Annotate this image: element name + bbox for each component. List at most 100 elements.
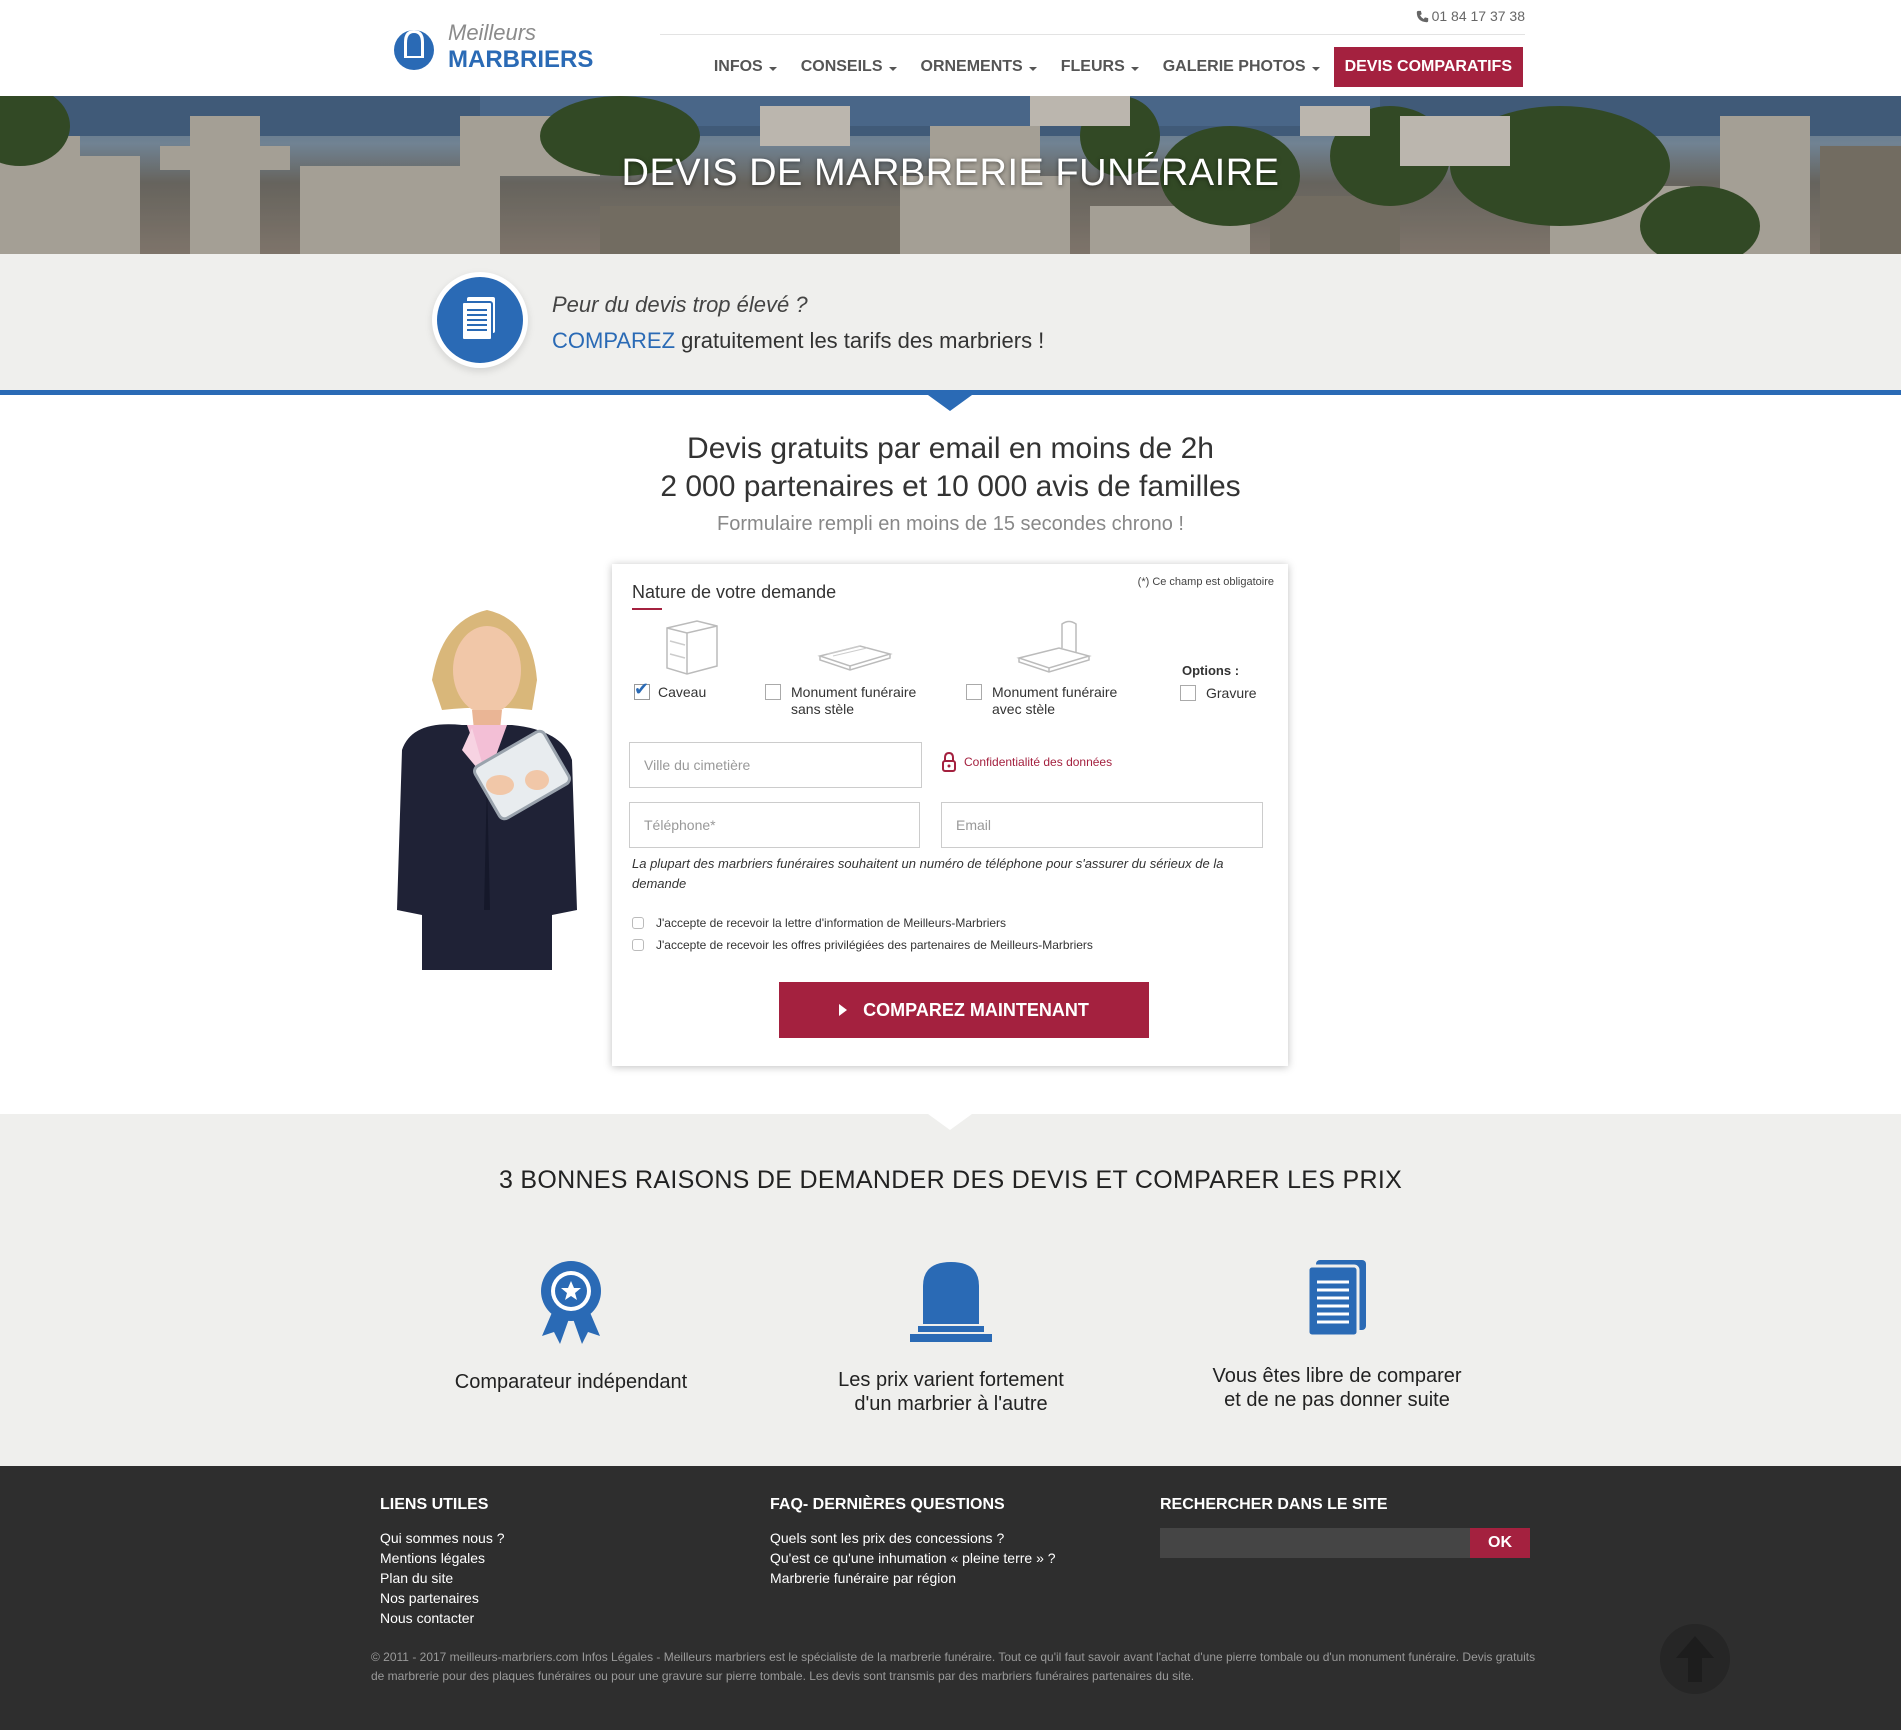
reason-prices-vary-text: Les prix varient fortement d'un marbrier …	[791, 1368, 1111, 1416]
email-input[interactable]	[942, 803, 1262, 847]
nav-devis-comparatifs-button[interactable]: DEVIS COMPARATIFS	[1333, 47, 1523, 87]
arrow-up-icon	[1676, 1636, 1714, 1682]
advisor-photo	[397, 610, 577, 970]
gravure-checkbox[interactable]	[1180, 685, 1196, 701]
site-logo[interactable]: Meilleurs MARBRIERS	[390, 16, 593, 76]
options-label: Options :	[1182, 663, 1240, 678]
partner-offers-consent-checkbox[interactable]	[632, 939, 644, 951]
option-monument-avec-stele[interactable]: Monument funéraire avec stèle	[966, 616, 1117, 717]
nav-conseils[interactable]: CONSEILS	[801, 58, 897, 76]
reason-free-choice-line1: Vous êtes libre de comparer	[1212, 1365, 1462, 1387]
logo-text-meilleurs: Meilleurs	[448, 20, 537, 45]
section-divider-arrow	[928, 395, 972, 411]
caret-down-icon	[768, 66, 777, 71]
banner-subtitle: COMPAREZ gratuitement les tarifs des mar…	[552, 328, 1044, 354]
partner-offers-consent[interactable]: J'accepte de recevoir les offres privilé…	[632, 938, 1093, 952]
reason-independent-text: Comparateur indépendant	[411, 1370, 731, 1394]
monument-avec-stele-icon	[1016, 620, 1092, 673]
gravure-label: Gravure	[1206, 685, 1257, 701]
reason-free-choice-line2: et de ne pas donner suite	[1224, 1389, 1450, 1411]
banner-document-badge	[437, 277, 523, 363]
footer-link-about[interactable]: Qui sommes nous ?	[380, 1528, 505, 1548]
footer-faq-link-inhumation[interactable]: Qu'est ce qu'une inhumation « pleine ter…	[770, 1548, 1056, 1568]
banner-question: Peur du devis trop élevé ?	[552, 292, 808, 317]
banner-highlight: COMPAREZ	[552, 328, 676, 353]
main-nav: INFOS CONSEILS ORNEMENTS FLEURS GALERIE …	[690, 46, 1523, 88]
required-field-note: (*) Ce champ est obligatoire	[1137, 576, 1274, 588]
reason-independent-line1: Comparateur indépendant	[454, 1371, 688, 1393]
documents-icon	[461, 297, 495, 341]
nav-fleurs[interactable]: FLEURS	[1061, 58, 1139, 76]
bell-logo-icon	[394, 30, 434, 70]
intro-heading-line2: 2 000 partenaires et 10 000 avis de fami…	[660, 470, 1241, 503]
phone-number[interactable]: 01 84 17 37 38	[1416, 8, 1525, 24]
footer-link-legal[interactable]: Mentions légales	[380, 1548, 505, 1568]
reasons-notch	[928, 1114, 972, 1130]
footer-search-title: RECHERCHER DANS LE SITE	[1160, 1496, 1388, 1513]
reasons-title: 3 BONNES RAISONS DE DEMANDER DES DEVIS E…	[498, 1166, 1403, 1194]
caret-down-icon	[1311, 66, 1320, 71]
hero-title: DEVIS DE MARBRERIE FUNÉRAIRE	[621, 152, 1280, 194]
phone-requirement-note: La plupart des marbriers funéraires souh…	[632, 856, 1224, 891]
check-icon: ✔	[634, 679, 650, 699]
caveau-icon	[666, 620, 718, 675]
city-input[interactable]	[630, 743, 921, 787]
phone-input[interactable]	[630, 803, 919, 847]
phone-icon	[1416, 10, 1428, 23]
newsletter-consent-label: J'accepte de recevoir la lettre d'inform…	[656, 916, 1007, 930]
monument-sans-stele-checkbox[interactable]	[765, 684, 781, 700]
nav-galerie-label: GALERIE PHOTOS	[1162, 58, 1306, 75]
monument-sans-stele-label: Monument funéraire sans stèle	[791, 684, 917, 717]
nav-ornements[interactable]: ORNEMENTS	[921, 58, 1037, 76]
nav-infos[interactable]: INFOS	[714, 58, 777, 76]
footer-link-sitemap[interactable]: Plan du site	[380, 1568, 505, 1588]
city-field[interactable]	[629, 742, 922, 788]
footer-link-partners[interactable]: Nos partenaires	[380, 1588, 505, 1608]
phone-field[interactable]	[629, 802, 920, 848]
footer-faq-title: FAQ- DERNIÈRES QUESTIONS	[770, 1496, 1005, 1513]
page: Meilleurs MARBRIERS 01 84 17 37 38 INFOS…	[0, 0, 1901, 1730]
reason-free-choice-text: Vous êtes libre de comparer et de ne pas …	[1177, 1364, 1497, 1412]
caveau-checkbox[interactable]: ✔	[634, 679, 650, 700]
nav-ornements-label: ORNEMENTS	[920, 58, 1023, 75]
nav-fleurs-label: FLEURS	[1060, 58, 1125, 75]
footer-faq-link-region[interactable]: Marbrerie funéraire par région	[770, 1568, 1056, 1588]
caret-down-icon	[1130, 66, 1139, 71]
reasons-section: 3 BONNES RAISONS DE DEMANDER DES DEVIS E…	[0, 1114, 1901, 1466]
nav-infos-label: INFOS	[713, 58, 763, 75]
lock-icon	[942, 752, 956, 772]
option-monument-sans-stele[interactable]: Monument funéraire sans stèle	[765, 616, 916, 717]
footer-search-input[interactable]	[1160, 1528, 1470, 1558]
partner-offers-consent-label: J'accepte de recevoir les offres privilé…	[656, 938, 1093, 952]
compare-now-button[interactable]: COMPAREZ MAINTENANT	[779, 982, 1149, 1038]
caret-down-icon	[1028, 66, 1037, 71]
footer-search-button[interactable]: OK	[1470, 1528, 1530, 1558]
email-field[interactable]	[941, 802, 1263, 848]
header-divider	[660, 34, 1525, 35]
compare-now-label: COMPAREZ MAINTENANT	[863, 999, 1089, 1020]
site-footer: LIENS UTILES Qui sommes nous ? Mentions …	[0, 1466, 1901, 1730]
nav-galerie-photos[interactable]: GALERIE PHOTOS	[1163, 58, 1320, 76]
reason-prices-vary: Les prix varient fortement d'un marbrier …	[791, 1258, 1111, 1416]
footer-link-contact[interactable]: Nous contacter	[380, 1608, 505, 1628]
footer-copyright: © 2011 - 2017 meilleurs-marbriers.com In…	[371, 1650, 1536, 1683]
documents-icon	[1306, 1260, 1366, 1338]
option-caveau[interactable]: ✔ Caveau	[634, 616, 784, 700]
form-title-underline	[632, 608, 662, 610]
play-arrow-icon	[839, 1004, 848, 1016]
site-header: Meilleurs MARBRIERS 01 84 17 37 38 INFOS…	[0, 0, 1901, 96]
banner-subtitle-rest: gratuitement les tarifs des marbriers !	[675, 328, 1045, 353]
caret-down-icon	[888, 66, 897, 71]
award-ribbon-icon	[541, 1261, 601, 1344]
newsletter-consent[interactable]: J'accepte de recevoir la lettre d'inform…	[632, 916, 1006, 930]
compare-banner: Peur du devis trop élevé ? COMPAREZ grat…	[0, 254, 1901, 392]
back-to-top-button[interactable]	[1660, 1624, 1730, 1694]
footer-search-form: OK	[1160, 1528, 1530, 1558]
newsletter-consent-checkbox[interactable]	[632, 917, 644, 929]
reason-independent: Comparateur indépendant	[411, 1258, 731, 1394]
footer-faq-link-concessions[interactable]: Quels sont les prix des concessions ?	[770, 1528, 1056, 1548]
monument-avec-stele-checkbox[interactable]	[966, 684, 982, 700]
privacy-link[interactable]: Confidentialité des données	[942, 752, 1112, 772]
nav-conseils-label: CONSEILS	[800, 58, 883, 75]
quote-form: Nature de votre demande (*) Ce champ est…	[612, 564, 1288, 1066]
